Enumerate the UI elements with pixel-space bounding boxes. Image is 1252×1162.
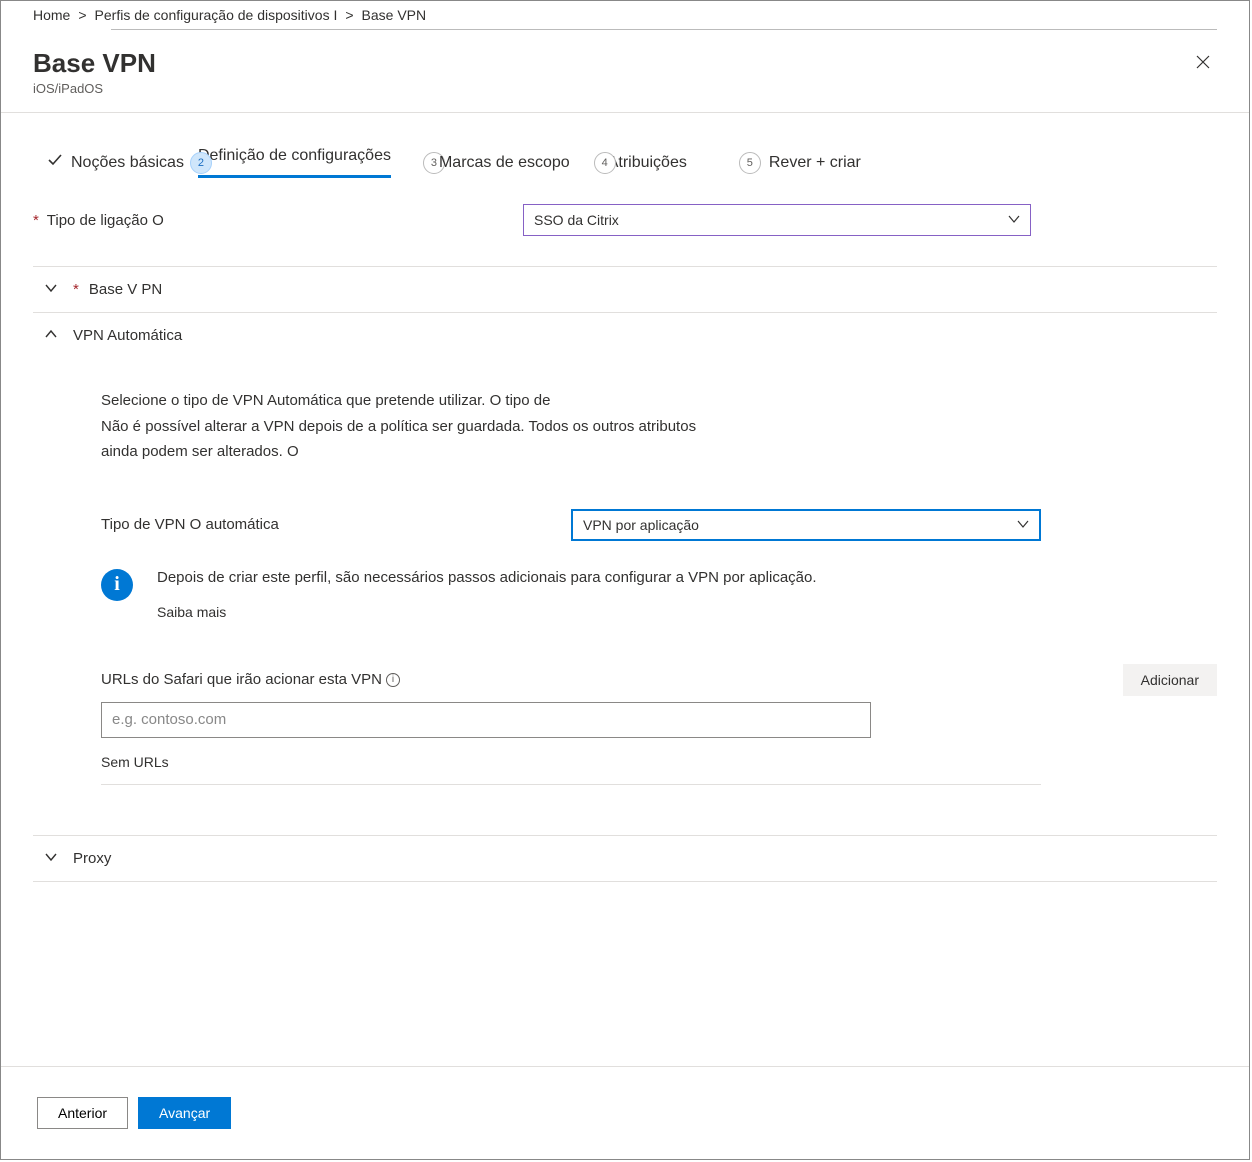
step-badge: 2 [190, 152, 212, 174]
auto-vpn-type-label: Tipo de VPN O automática [101, 516, 571, 533]
chevron-down-icon [1017, 517, 1029, 533]
learn-more-link[interactable]: Saiba mais [157, 604, 817, 620]
section-label: Proxy [73, 850, 111, 867]
step-label: Atribuições [608, 154, 687, 172]
auto-vpn-content: Selecione o tipo de VPN Automática que p… [1, 358, 1249, 795]
connection-type-label: * Tipo de ligação O [33, 212, 523, 229]
wizard-steps: Noções básicas 2 Definição de configuraç… [1, 113, 1249, 186]
step-scope-tags[interactable]: 3 Marcas de escopo [423, 152, 570, 174]
auto-vpn-type-row: Tipo de VPN O automática VPN por aplicaç… [101, 509, 1217, 541]
auto-vpn-description: Selecione o tipo de VPN Automática que p… [101, 388, 841, 465]
step-assignments[interactable]: 4 Atribuições [602, 152, 687, 174]
select-value: VPN por aplicação [583, 517, 699, 533]
chevron-down-icon [45, 850, 57, 867]
wizard-footer: Anterior Avançar [1, 1066, 1249, 1159]
step-badge: 4 [594, 152, 616, 174]
step-label: Marcas de escopo [439, 154, 570, 172]
previous-button[interactable]: Anterior [37, 1097, 128, 1129]
add-url-button[interactable]: Adicionar [1123, 664, 1217, 696]
info-icon: i [101, 569, 133, 601]
page-title: Base VPN [33, 48, 156, 79]
page-subtitle: iOS/iPadOS [33, 81, 156, 96]
step-label: Noções básicas [71, 154, 184, 172]
section-base-vpn[interactable]: * Base V PN [1, 267, 1249, 312]
select-value: SSO da Citrix [534, 212, 619, 228]
step-basics[interactable]: Noções básicas [47, 152, 184, 173]
breadcrumb: Home > Perfis de configuração de disposi… [1, 1, 1249, 29]
info-small-icon[interactable]: i [386, 673, 400, 687]
required-marker: * [33, 212, 39, 229]
page-header: Base VPN iOS/iPadOS [1, 30, 1249, 113]
section-proxy[interactable]: Proxy [1, 836, 1249, 881]
section-label: VPN Automática [73, 327, 182, 344]
step-review-create[interactable]: 5 Rever + criar [739, 152, 861, 174]
step-label: Definição de configurações [198, 147, 391, 178]
safari-urls-block: URLs do Safari que irão acionar esta VPN… [101, 664, 1217, 785]
connection-type-select[interactable]: SSO da Citrix [523, 204, 1031, 236]
connection-type-row: * Tipo de ligação O SSO da Citrix [1, 186, 1249, 254]
breadcrumb-separator: > [78, 7, 86, 23]
info-callout: i Depois de criar este perfil, são neces… [101, 569, 1217, 620]
auto-vpn-type-select[interactable]: VPN por aplicação [571, 509, 1041, 541]
breadcrumb-separator: > [345, 7, 353, 23]
close-button[interactable] [1189, 48, 1217, 79]
chevron-down-icon [1008, 212, 1020, 228]
step-badge: 5 [739, 152, 761, 174]
no-urls-label: Sem URLs [101, 754, 1041, 785]
step-config-settings[interactable]: 2 Definição de configurações [198, 147, 391, 178]
required-marker: * [73, 281, 79, 298]
next-button[interactable]: Avançar [138, 1097, 231, 1129]
chevron-up-icon [45, 327, 57, 344]
check-icon [47, 152, 63, 173]
close-icon [1195, 54, 1211, 74]
safari-urls-label: URLs do Safari que irão acionar esta VPN… [101, 671, 400, 688]
section-auto-vpn[interactable]: VPN Automática [1, 313, 1249, 358]
info-message: Depois de criar este perfil, são necessá… [157, 569, 817, 586]
breadcrumb-item-current: Base VPN [362, 7, 427, 23]
step-label: Rever + criar [769, 154, 861, 172]
breadcrumb-item-home[interactable]: Home [33, 7, 70, 23]
safari-url-input[interactable] [101, 702, 871, 738]
chevron-down-icon [45, 281, 57, 298]
section-label: Base V PN [89, 281, 162, 298]
breadcrumb-item-profiles[interactable]: Perfis de configuração de dispositivos I [95, 7, 338, 23]
